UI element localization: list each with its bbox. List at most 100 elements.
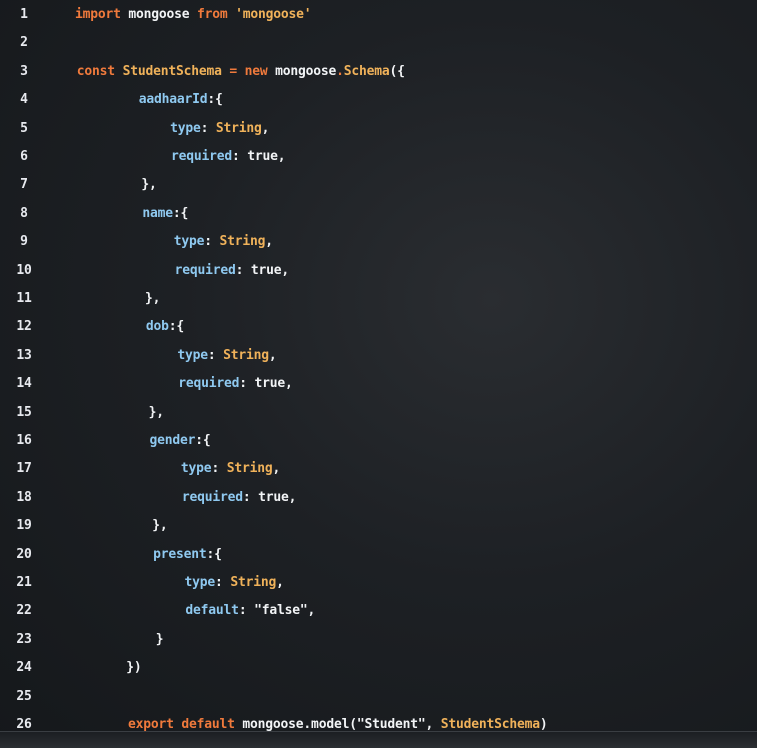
code-token: Schema <box>343 63 390 79</box>
code-line[interactable]: 6 required: true, <box>0 144 757 170</box>
code-token: :{ <box>207 92 223 108</box>
code-line[interactable]: 17 type: String, <box>0 456 757 482</box>
line-number: 25 <box>16 688 32 704</box>
code-token: 'mongoose' <box>235 7 312 22</box>
line-number: 3 <box>20 63 28 79</box>
code-token: : true, <box>239 376 293 392</box>
line-number: 10 <box>16 262 32 278</box>
code-token: dob <box>145 319 169 335</box>
code-line[interactable]: 15 }, <box>0 400 757 426</box>
code-token: const <box>76 63 123 79</box>
code-line[interactable]: 25 <box>0 684 757 710</box>
line-number: 7 <box>20 177 28 193</box>
line-code: required: true, <box>90 485 297 511</box>
code-token: } <box>94 631 164 647</box>
code-token: String <box>226 461 273 477</box>
line-code: required: true, <box>83 258 290 284</box>
code-token: = new <box>229 63 276 79</box>
line-code: name:{ <box>81 201 188 227</box>
code-token: : true, <box>242 489 297 505</box>
code-line[interactable]: 10 required: true, <box>0 258 757 284</box>
code-line[interactable]: 13 type: String, <box>0 343 757 369</box>
code-token: type <box>170 120 201 136</box>
code-token: , <box>261 120 270 136</box>
code-token: , <box>268 347 277 363</box>
code-line[interactable]: 14 required: true, <box>0 371 757 397</box>
code-line[interactable]: 22 default: "false", <box>0 598 757 624</box>
code-line[interactable]: 19 }, <box>0 513 757 539</box>
code-line[interactable]: 18 required: true, <box>0 485 757 511</box>
code-token: }, <box>87 404 164 420</box>
code-line[interactable]: 4 aadhaarId:{ <box>0 87 757 113</box>
line-number: 17 <box>16 461 32 477</box>
line-code: type: String, <box>82 229 273 255</box>
code-line[interactable]: 1 import mongoose from 'mongoose' <box>0 2 757 28</box>
code-token: mongoose.model("Student", <box>242 717 441 732</box>
code-line[interactable]: 9 type: String, <box>0 229 757 255</box>
line-code: aadhaarId:{ <box>78 87 223 113</box>
line-number: 24 <box>16 660 32 676</box>
code-line[interactable]: 20 present:{ <box>0 542 757 568</box>
code-token: required <box>171 149 233 164</box>
line-code: type: String, <box>93 570 284 596</box>
code-token: String <box>215 120 262 136</box>
line-code: present:{ <box>92 542 222 568</box>
line-number: 9 <box>20 234 28 250</box>
code-token: type <box>173 234 205 250</box>
code-line[interactable]: 3 const StudentSchema = new mongoose.Sche… <box>0 59 757 85</box>
code-line[interactable]: 23 } <box>0 627 757 653</box>
line-code: const StudentSchema = new mongoose.Schem… <box>77 59 405 85</box>
code-token: StudentSchema <box>122 63 230 79</box>
code-line[interactable]: 21 type: String, <box>0 570 757 596</box>
code-line[interactable]: 11 }, <box>0 286 757 312</box>
code-token: type <box>184 575 216 590</box>
code-editor[interactable]: 1 import mongoose from 'mongoose' 2 3 const … <box>0 0 757 748</box>
code-line[interactable]: 7 }, <box>0 172 757 198</box>
code-line[interactable]: 12 dob:{ <box>0 314 757 340</box>
code-line[interactable]: 2 <box>0 30 757 56</box>
code-token: aadhaarId <box>138 92 208 108</box>
code-token: : <box>207 347 224 363</box>
code-token: : <box>215 575 231 590</box>
line-code: }, <box>84 286 160 312</box>
line-number: 18 <box>16 489 32 505</box>
code-token: : <box>204 234 220 250</box>
line-code: default: "false", <box>94 598 315 624</box>
line-code: import mongoose from 'mongoose' <box>75 2 312 28</box>
line-number: 14 <box>16 376 32 392</box>
code-token: export default <box>128 717 243 732</box>
line-code: required: true, <box>80 144 286 170</box>
line-code: }, <box>88 400 164 426</box>
code-line[interactable]: 16 gender:{ <box>0 428 757 454</box>
code-token: : <box>200 120 216 136</box>
code-token: :{ <box>206 546 222 562</box>
line-number: 15 <box>16 404 32 420</box>
line-number: 16 <box>16 433 32 448</box>
code-token: :{ <box>195 433 211 448</box>
code-token: mongoose <box>275 63 337 79</box>
line-number: 22 <box>16 603 32 619</box>
code-token: , <box>272 461 281 477</box>
code-line[interactable]: 24 }) <box>0 655 757 681</box>
code-token: : true, <box>235 262 290 278</box>
line-number: 21 <box>16 575 32 590</box>
line-code: required: true, <box>87 371 293 397</box>
code-line[interactable]: 5 type: String, <box>0 116 757 142</box>
line-code: type: String, <box>79 116 270 142</box>
code-token: StudentSchema <box>440 717 540 732</box>
line-code: } <box>95 627 164 653</box>
code-line[interactable]: 8 name:{ <box>0 201 757 227</box>
line-number: 20 <box>16 546 32 562</box>
code-token: gender <box>149 433 196 448</box>
